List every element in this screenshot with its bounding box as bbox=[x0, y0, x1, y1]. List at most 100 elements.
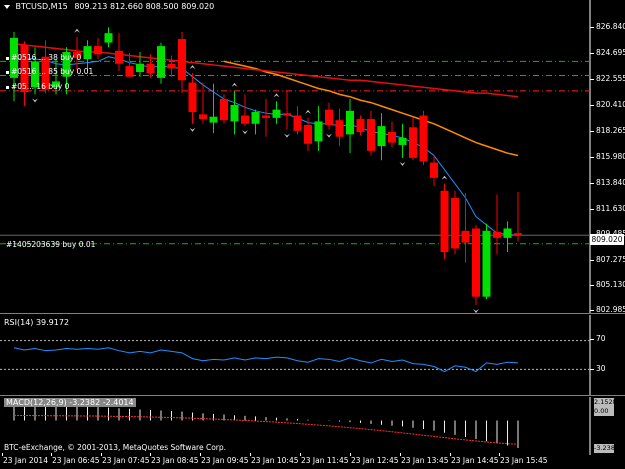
order-label-1[interactable]: #0516 ... 38 buy 0 bbox=[6, 53, 81, 62]
fractal-down-arrow bbox=[284, 133, 290, 138]
candle-body bbox=[251, 112, 260, 124]
order-icon bbox=[6, 70, 9, 74]
time-tick: 23 Jan 09:45 bbox=[200, 453, 249, 465]
chart-header: BTCUSD,M15 809.213 812.660 808.500 809.0… bbox=[4, 2, 214, 11]
price-tick: 822.555 bbox=[589, 74, 625, 83]
price-tick: 824.695 bbox=[589, 48, 625, 57]
candle-body bbox=[94, 46, 102, 55]
rsi-pane[interactable]: RSI(14) 39.9172 70 30 bbox=[0, 315, 625, 395]
rsi-chart bbox=[0, 315, 591, 395]
candle-body bbox=[419, 115, 428, 162]
candle-body bbox=[83, 46, 92, 60]
price-tick: 820.410 bbox=[589, 100, 625, 109]
candle-body bbox=[430, 162, 438, 178]
fractal-down-arrow bbox=[189, 127, 196, 132]
candle-body bbox=[293, 115, 302, 131]
time-tick: 23 Jan 15:45 bbox=[499, 453, 548, 465]
candle-body bbox=[283, 113, 291, 116]
time-tick: 23 Jan 08:45 bbox=[150, 453, 199, 465]
price-tick: 811.630 bbox=[589, 204, 625, 213]
fractal-up-arrow bbox=[441, 175, 448, 180]
candle-body bbox=[482, 230, 491, 297]
price-tick: 826.840 bbox=[589, 22, 625, 31]
order-icon bbox=[6, 85, 9, 89]
time-tick: 23 Jan 2014 bbox=[2, 453, 48, 465]
time-tick: 23 Jan 07:45 bbox=[101, 453, 150, 465]
candle-body bbox=[367, 119, 375, 151]
candle-body bbox=[398, 137, 407, 145]
rsi-level-tick: 70 bbox=[590, 334, 606, 343]
candle-body bbox=[262, 115, 270, 118]
pane-separator[interactable] bbox=[0, 313, 625, 314]
candle-body bbox=[146, 63, 155, 74]
symbol-timeframe: BTCUSD,M15 bbox=[15, 2, 68, 11]
macd-title: MACD(12,26,9) -3.2382 -2.4014 bbox=[4, 398, 136, 407]
candle-body bbox=[220, 99, 228, 121]
candle-body bbox=[346, 110, 354, 135]
candle-body bbox=[178, 39, 186, 81]
fractal-up-arrow bbox=[189, 65, 196, 70]
fractal-up-arrow bbox=[305, 109, 311, 114]
macd-axis-value: -3.2382 bbox=[594, 444, 620, 453]
candle-body bbox=[388, 132, 396, 143]
candle-body bbox=[314, 121, 323, 142]
order-label-2[interactable]: #0516 ... 85 buy 0.01 bbox=[6, 67, 93, 76]
time-tick: 23 Jan 14:45 bbox=[450, 453, 499, 465]
candle-body bbox=[503, 228, 512, 238]
candle-body bbox=[325, 109, 333, 125]
chart-menu-icon[interactable] bbox=[4, 4, 10, 9]
candle-body bbox=[335, 120, 344, 137]
time-tick: 23 Jan 12:45 bbox=[350, 453, 399, 465]
macd-pane[interactable]: MACD(12,26,9) -3.2382 -2.4014 2.1528 0.0… bbox=[0, 397, 625, 455]
current-price-label: 809.020 bbox=[590, 234, 624, 245]
candle-body bbox=[104, 33, 113, 43]
main-chart-pane[interactable]: BTCUSD,M15 809.213 812.660 808.500 809.0… bbox=[0, 0, 625, 313]
candle-body bbox=[356, 119, 365, 132]
candle-body bbox=[125, 66, 134, 77]
order-icon bbox=[6, 56, 9, 60]
fractal-down-arrow bbox=[326, 133, 332, 138]
fractal-up-arrow bbox=[74, 28, 80, 33]
fractal-down-arrow bbox=[399, 161, 406, 166]
order-label-main[interactable]: #1405203639 buy 0.01 bbox=[6, 240, 95, 249]
candlestick-chart bbox=[0, 0, 591, 313]
time-tick: 23 Jan 10:45 bbox=[250, 453, 299, 465]
candle-body bbox=[472, 228, 480, 297]
candle-body bbox=[440, 190, 449, 252]
candle-body bbox=[230, 104, 239, 122]
time-tick: 23 Jan 13:45 bbox=[400, 453, 449, 465]
ohlc-values: 809.213 812.660 808.500 809.020 bbox=[74, 2, 215, 11]
time-tick: 23 Jan 06:45 bbox=[51, 453, 100, 465]
candle-body bbox=[209, 116, 218, 123]
price-tick: 813.840 bbox=[589, 178, 625, 187]
price-tick: 802.985 bbox=[589, 305, 625, 313]
candle-body bbox=[304, 124, 312, 144]
price-tick: 807.275 bbox=[589, 255, 625, 264]
candle-body bbox=[136, 63, 144, 72]
candle-body bbox=[377, 126, 386, 147]
candle-body bbox=[272, 109, 281, 118]
time-tick: 23 Jan 11:45 bbox=[300, 453, 349, 465]
fractal-up-arrow bbox=[273, 93, 280, 98]
candle-body bbox=[493, 232, 501, 238]
candle-body bbox=[461, 230, 470, 243]
candle-body bbox=[115, 50, 123, 64]
copyright-text: BTC-eExchange, © 2001-2013, MetaQuotes S… bbox=[4, 443, 227, 452]
candle-body bbox=[199, 114, 207, 120]
fractal-down-arrow bbox=[32, 98, 38, 103]
candle-body bbox=[167, 63, 176, 69]
macd-axis-value: 0.00 bbox=[594, 407, 614, 416]
price-tick: 805.130 bbox=[589, 280, 625, 289]
candle-body bbox=[451, 197, 459, 249]
price-tick: 818.265 bbox=[589, 126, 625, 135]
candle-body bbox=[241, 115, 249, 124]
rsi-line bbox=[13, 347, 519, 373]
order-label-3[interactable]: #05... 16 buy 0 bbox=[6, 82, 69, 91]
fractal-up-arrow bbox=[231, 82, 238, 87]
rsi-title: RSI(14) 39.9172 bbox=[4, 318, 70, 327]
pane-separator[interactable] bbox=[0, 395, 625, 396]
price-tick: 815.980 bbox=[589, 152, 625, 161]
candle-body bbox=[188, 82, 197, 112]
candle-body bbox=[514, 233, 522, 236]
candle-body bbox=[409, 127, 417, 158]
